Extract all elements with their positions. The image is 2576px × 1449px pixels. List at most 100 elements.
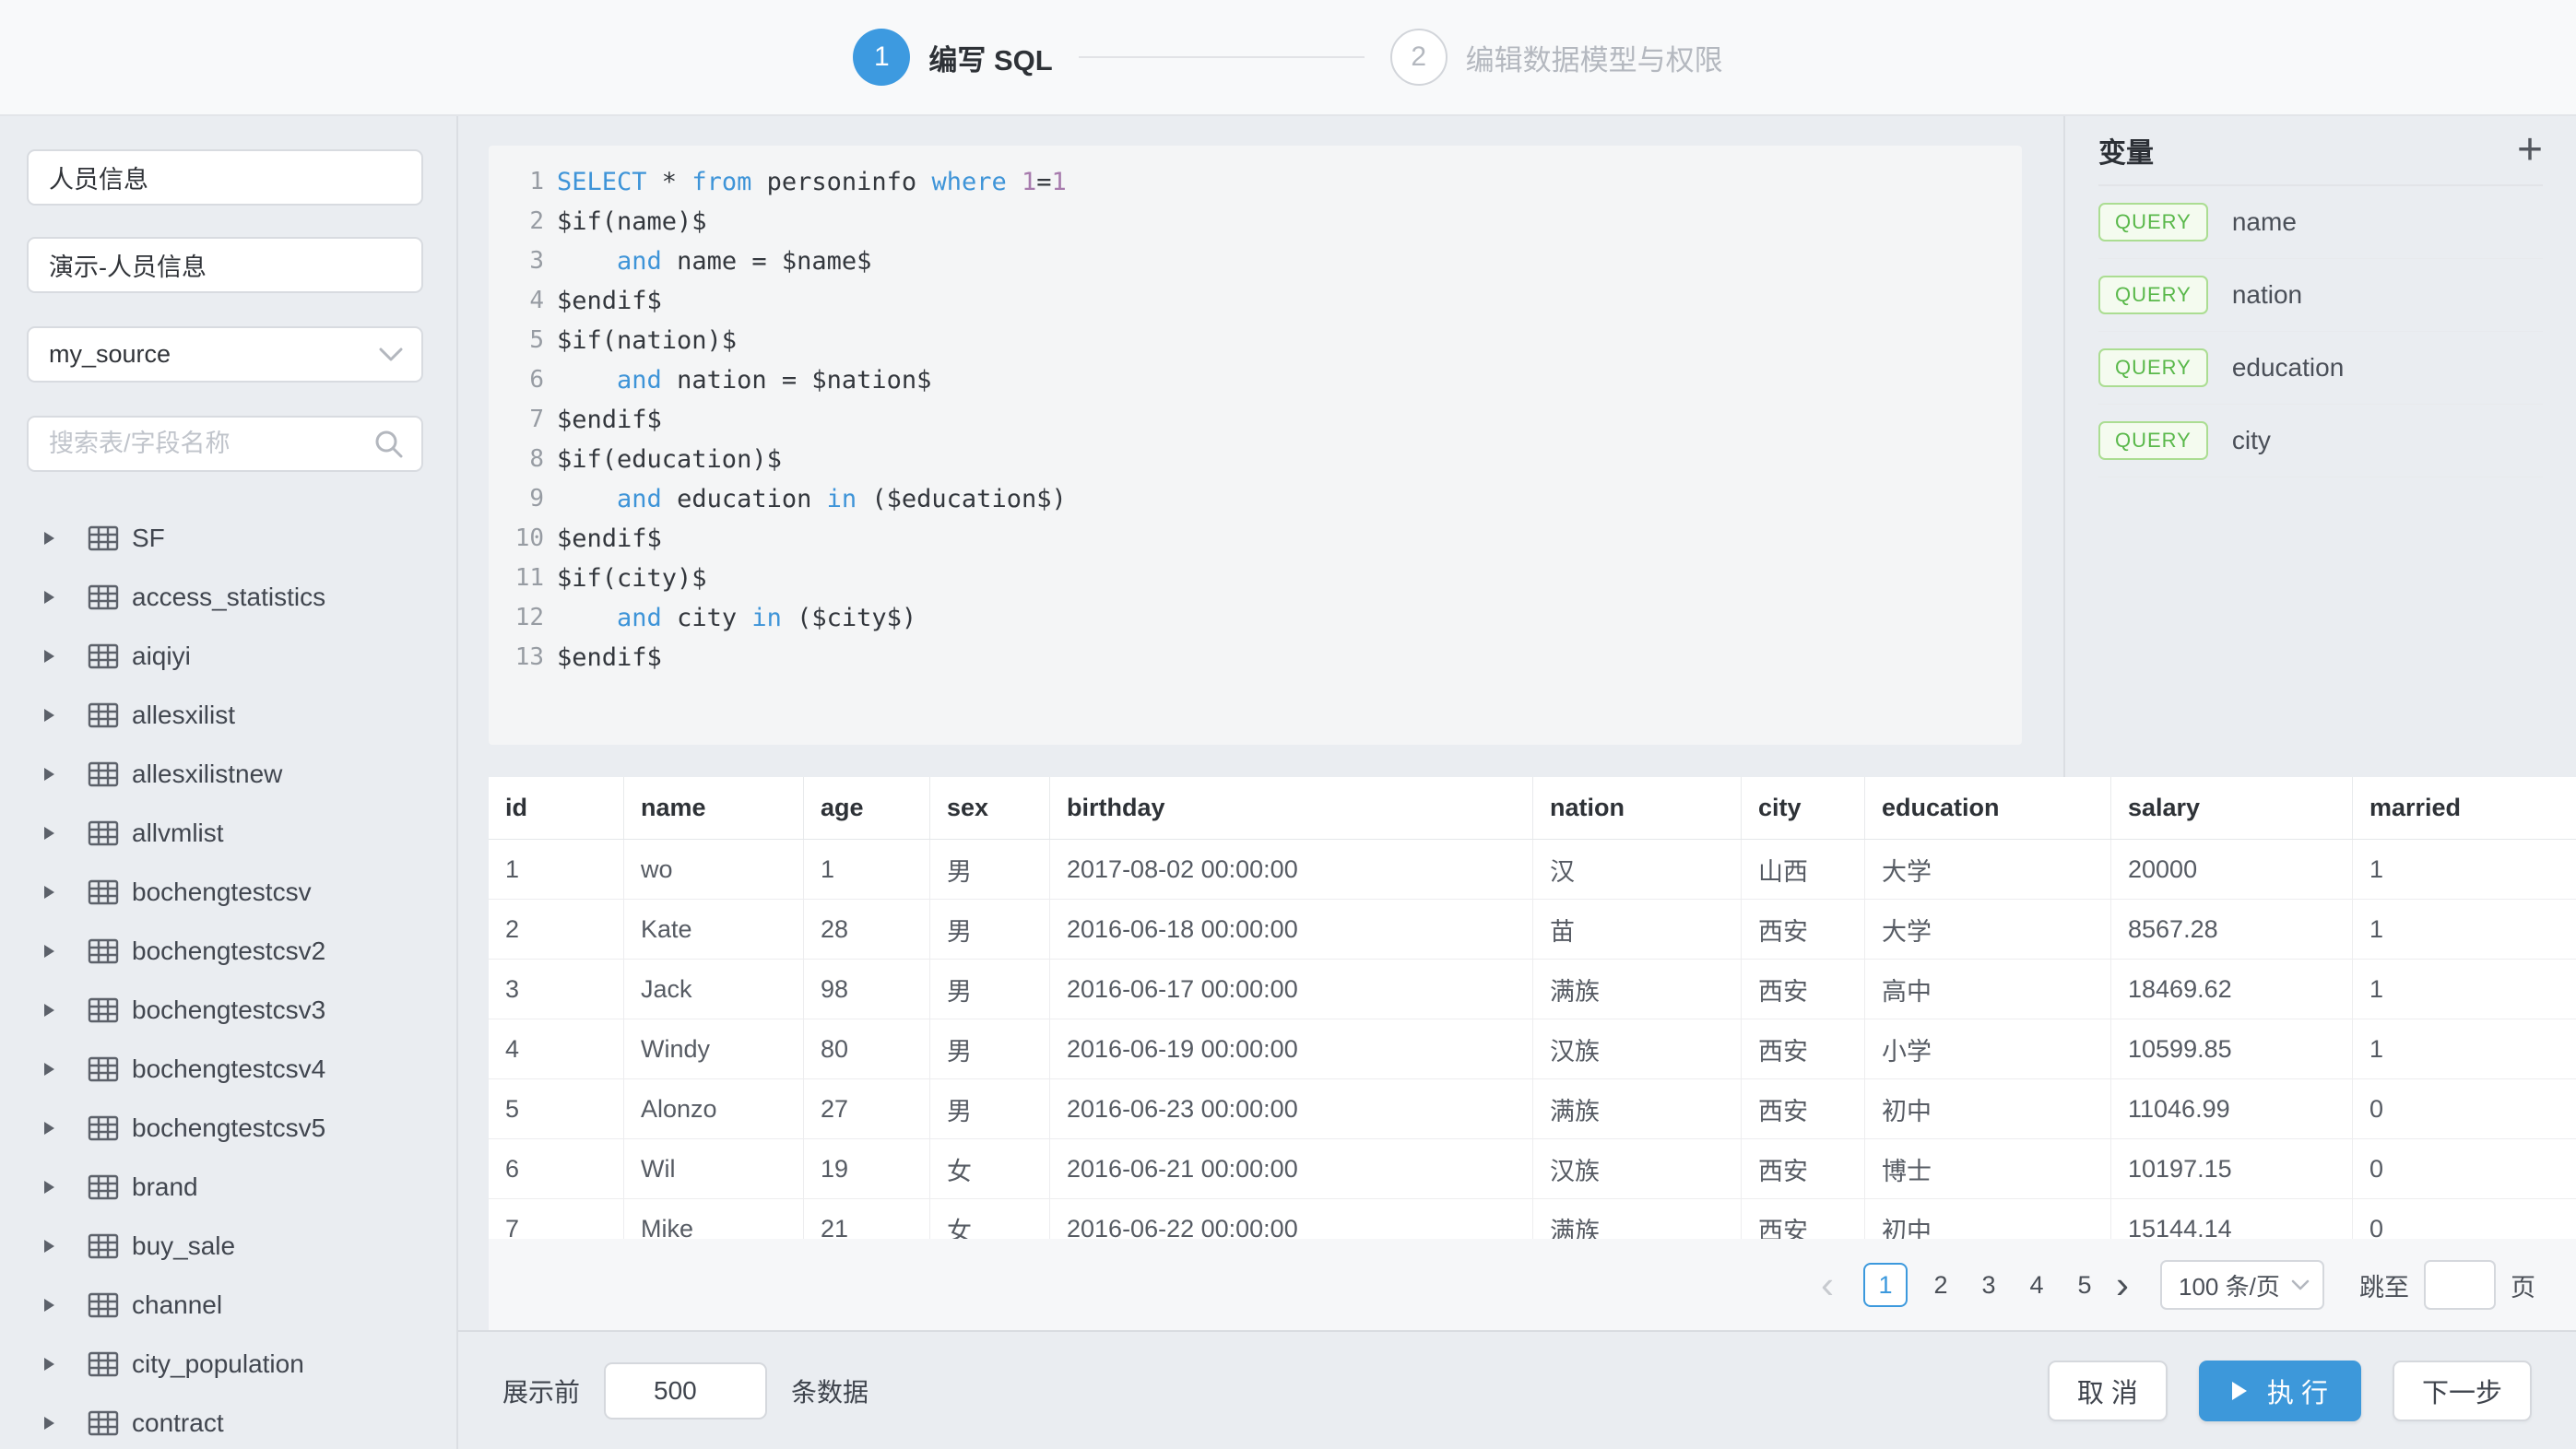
caret-right-icon[interactable] xyxy=(44,532,54,545)
tree-item-bochengtestcsv2[interactable]: bochengtestcsv2 xyxy=(0,922,456,981)
table-icon xyxy=(88,878,119,906)
tree-item-contract[interactable]: contract xyxy=(0,1394,456,1449)
step-2-circle: 2 xyxy=(1390,29,1448,86)
stepper-bar: 1 编写 SQL 2 编辑数据模型与权限 xyxy=(0,0,2576,116)
page-size-select[interactable]: 100 条/页 xyxy=(2160,1260,2324,1310)
cell: 0 xyxy=(2353,1079,2576,1138)
column-header-id: id xyxy=(489,777,624,839)
caret-right-icon[interactable] xyxy=(44,945,54,958)
cell: 10599.85 xyxy=(2111,1019,2353,1078)
chevron-down-icon xyxy=(379,348,403,362)
pager-page-3[interactable]: 3 xyxy=(1979,1271,1999,1300)
datasource-select[interactable]: my_source xyxy=(27,326,423,383)
caret-right-icon[interactable] xyxy=(44,1063,54,1076)
pager-page-2[interactable]: 2 xyxy=(1931,1271,1951,1300)
code-text: $endif$ xyxy=(557,519,662,559)
code-text: $endif$ xyxy=(557,638,662,677)
line-number: 5 xyxy=(489,321,544,360)
caret-right-icon[interactable] xyxy=(44,1004,54,1017)
results-table-header: idnameagesexbirthdaynationcityeducations… xyxy=(489,777,2576,840)
pager-prev-button[interactable]: ‹ xyxy=(1821,1266,1834,1304)
caret-right-icon[interactable] xyxy=(44,1240,54,1253)
sql-editor[interactable]: 1SELECT * from personinfo where 1=12$if(… xyxy=(489,146,2022,745)
tree-item-allesxilistnew[interactable]: allesxilistnew xyxy=(0,745,456,804)
cancel-button[interactable]: 取 消 xyxy=(2048,1361,2168,1421)
tree-item-aiqiyi[interactable]: aiqiyi xyxy=(0,627,456,686)
run-button[interactable]: 执 行 xyxy=(2199,1361,2361,1421)
dataset-description-input[interactable] xyxy=(27,237,423,293)
step-1-circle: 1 xyxy=(853,29,910,86)
pager-next-button[interactable]: › xyxy=(2116,1266,2129,1304)
line-number: 8 xyxy=(489,440,544,479)
cell: 西安 xyxy=(1742,960,1865,1019)
caret-right-icon[interactable] xyxy=(44,1299,54,1312)
cell: 1 xyxy=(489,840,624,899)
caret-right-icon[interactable] xyxy=(44,827,54,840)
table-icon xyxy=(88,937,119,965)
caret-right-icon[interactable] xyxy=(44,591,54,604)
tree-item-access_statistics[interactable]: access_statistics xyxy=(0,568,456,627)
step-2: 2 编辑数据模型与权限 xyxy=(1390,29,1723,86)
cell: 10197.15 xyxy=(2111,1139,2353,1198)
tree-item-label: allesxilist xyxy=(132,701,235,730)
cell: 7 xyxy=(489,1199,624,1239)
column-header-married: married xyxy=(2353,777,2576,839)
pager-page-5[interactable]: 5 xyxy=(2074,1271,2095,1300)
tree-item-city_population[interactable]: city_population xyxy=(0,1335,456,1394)
tree-item-channel[interactable]: channel xyxy=(0,1276,456,1335)
next-step-button[interactable]: 下一步 xyxy=(2393,1361,2532,1421)
cell: 1 xyxy=(804,840,930,899)
table-search-input[interactable] xyxy=(29,430,373,458)
cell: 汉 xyxy=(1533,840,1742,899)
table-icon xyxy=(88,1173,119,1201)
code-line: 2$if(name)$ xyxy=(489,202,2022,242)
caret-right-icon[interactable] xyxy=(44,1181,54,1194)
caret-right-icon[interactable] xyxy=(44,709,54,722)
column-header-education: education xyxy=(1865,777,2111,839)
table-icon xyxy=(88,583,119,611)
caret-right-icon[interactable] xyxy=(44,1122,54,1135)
pager-page-4[interactable]: 4 xyxy=(2027,1271,2047,1300)
cell: 男 xyxy=(930,900,1050,959)
caret-right-icon[interactable] xyxy=(44,886,54,899)
tree-item-label: channel xyxy=(132,1290,222,1320)
add-variable-button[interactable]: + xyxy=(2517,128,2543,172)
line-number: 3 xyxy=(489,242,544,281)
variable-name: education xyxy=(2232,353,2344,383)
cell: Kate xyxy=(624,900,804,959)
stepper-connector xyxy=(1079,56,1365,58)
cell: 满族 xyxy=(1533,1199,1742,1239)
cell: 2016-06-19 00:00:00 xyxy=(1050,1019,1533,1078)
tree-item-bochengtestcsv[interactable]: bochengtestcsv xyxy=(0,863,456,922)
cell: 5 xyxy=(489,1079,624,1138)
tree-item-brand[interactable]: brand xyxy=(0,1158,456,1217)
cell: 西安 xyxy=(1742,1079,1865,1138)
tree-item-bochengtestcsv5[interactable]: bochengtestcsv5 xyxy=(0,1099,456,1158)
table-icon xyxy=(88,1350,119,1378)
tree-item-buy_sale[interactable]: buy_sale xyxy=(0,1217,456,1276)
caret-right-icon[interactable] xyxy=(44,650,54,663)
variable-name: nation xyxy=(2232,280,2302,310)
tree-item-label: contract xyxy=(132,1408,224,1438)
tree-item-allesxilist[interactable]: allesxilist xyxy=(0,686,456,745)
query-type-badge: QUERY xyxy=(2098,348,2208,387)
dataset-name-input[interactable] xyxy=(27,149,423,206)
cell: 1 xyxy=(2353,960,2576,1019)
jump-to-page-input[interactable] xyxy=(2424,1260,2496,1310)
caret-right-icon[interactable] xyxy=(44,768,54,781)
jump-to-label: 跳至 xyxy=(2359,1267,2409,1303)
row-limit-input[interactable] xyxy=(604,1362,767,1420)
table-row: 2Kate28男2016-06-18 00:00:00苗西安大学8567.281 xyxy=(489,900,2576,960)
code-text: $if(education)$ xyxy=(557,440,782,479)
page-unit-label: 页 xyxy=(2511,1267,2535,1303)
column-header-salary: salary xyxy=(2111,777,2353,839)
caret-right-icon[interactable] xyxy=(44,1417,54,1430)
column-header-nation: nation xyxy=(1533,777,1742,839)
line-number: 4 xyxy=(489,281,544,321)
pager-page-1[interactable]: 1 xyxy=(1863,1263,1908,1307)
tree-item-allvmlist[interactable]: allvmlist xyxy=(0,804,456,863)
tree-item-bochengtestcsv3[interactable]: bochengtestcsv3 xyxy=(0,981,456,1040)
caret-right-icon[interactable] xyxy=(44,1358,54,1371)
tree-item-bochengtestcsv4[interactable]: bochengtestcsv4 xyxy=(0,1040,456,1099)
tree-item-SF[interactable]: SF xyxy=(0,509,456,568)
